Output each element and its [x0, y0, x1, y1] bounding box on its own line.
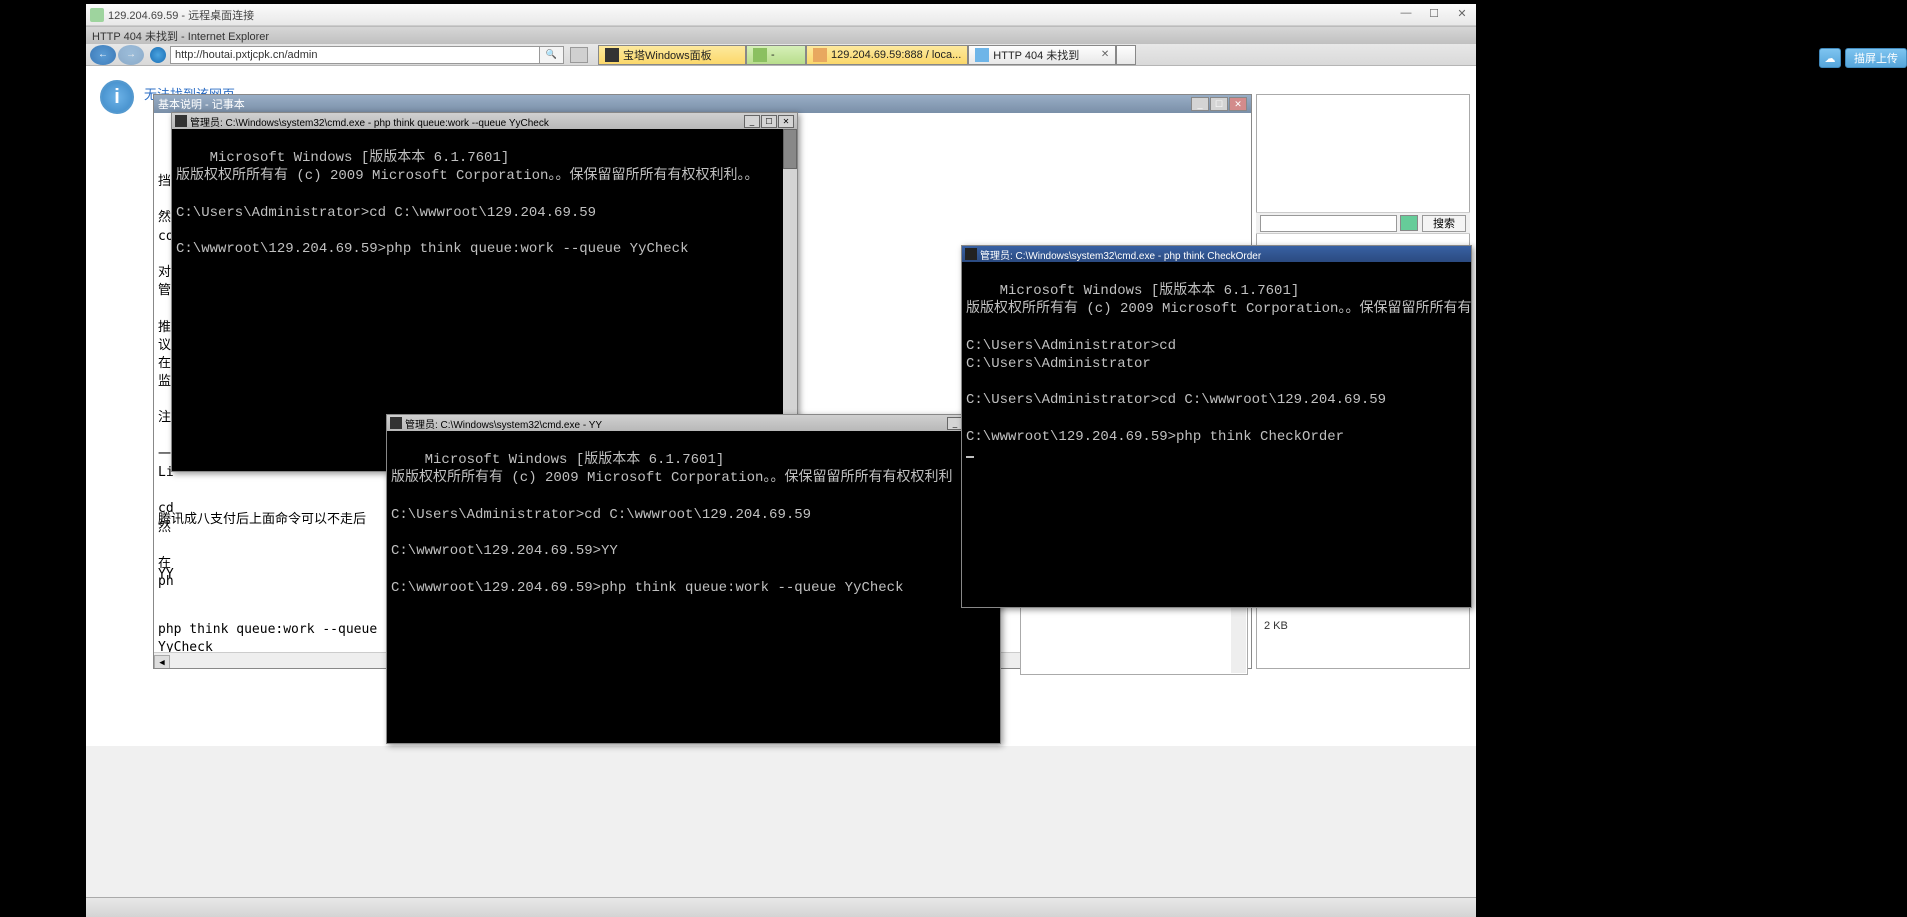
tab-http404[interactable]: HTTP 404 未找到 ✕ [968, 45, 1116, 65]
ie-toolbar: ← → http://houtai.pxtjcpk.cn/admin 🔍 宝塔W… [86, 44, 1476, 66]
tab-label: HTTP 404 未找到 [993, 47, 1079, 63]
np-minimize[interactable]: _ [1191, 97, 1209, 111]
rp-go-icon[interactable] [1400, 215, 1418, 231]
bt-icon [605, 48, 619, 62]
status-bar [86, 897, 1476, 917]
cmd1-titlebar[interactable]: 管理员: C:\Windows\system32\cmd.exe - php t… [172, 113, 797, 129]
cmd3-output: Microsoft Windows [版版本本 6.1.7601] 版版权权所所… [966, 283, 1471, 445]
rdp-title: 129.204.69.59 - 远程桌面连接 [108, 7, 254, 23]
url-text: http://houtai.pxtjcpk.cn/admin [175, 49, 317, 61]
tab-close-icon[interactable]: ✕ [1101, 49, 1109, 60]
cmd2-output: Microsoft Windows [版版本本 6.1.7601] 版版权权所所… [391, 452, 952, 595]
search-dropdown-icon[interactable]: 🔍 [540, 46, 564, 64]
ie-icon [150, 47, 166, 63]
top-right-buttons: ☁ 描屏上传 [1819, 48, 1907, 68]
rp-dropdown[interactable] [1260, 215, 1397, 232]
tab-label: 129.204.69.59:888 / loca... [831, 49, 961, 61]
np-maximize[interactable]: ☐ [1210, 97, 1228, 111]
close-button[interactable]: ✕ [1448, 4, 1476, 22]
forward-button[interactable]: → [118, 45, 144, 65]
cmd1-max[interactable]: ☐ [761, 115, 777, 128]
ie-tab-icon [975, 48, 989, 62]
rdp-icon [90, 8, 104, 22]
pma-icon [813, 48, 827, 62]
minimize-button[interactable]: — [1392, 4, 1420, 22]
cmd2-title: 管理员: C:\Windows\system32\cmd.exe - YY [405, 416, 602, 431]
cmd-icon [175, 115, 187, 127]
url-bar[interactable]: http://houtai.pxtjcpk.cn/admin [170, 46, 540, 64]
maximize-button[interactable]: ☐ [1420, 4, 1448, 22]
right-panel-toolbar: 搜索 [1256, 212, 1470, 234]
tab-label: - [771, 49, 775, 61]
cmd2-body[interactable]: Microsoft Windows [版版本本 6.1.7601] 版版权权所所… [387, 431, 1000, 743]
tab-label: 宝塔Windows面板 [623, 47, 712, 63]
upload-button[interactable]: 描屏上传 [1845, 48, 1907, 68]
green-icon [753, 48, 767, 62]
tab-baota[interactable]: 宝塔Windows面板 [598, 45, 746, 65]
cmd-window-checkorder: 管理员: C:\Windows\system32\cmd.exe - php t… [961, 245, 1472, 608]
cmd2-titlebar[interactable]: 管理员: C:\Windows\system32\cmd.exe - YY _ … [387, 415, 1000, 431]
cmd-icon [965, 248, 977, 260]
ie-titlebar: HTTP 404 未找到 - Internet Explorer [86, 26, 1476, 44]
tab-green[interactable]: - [746, 45, 806, 65]
refresh-icon[interactable] [570, 47, 588, 63]
info-icon: i [100, 80, 134, 114]
file-size-label: 2 KB [1264, 620, 1288, 632]
cmd3-titlebar[interactable]: 管理员: C:\Windows\system32\cmd.exe - php t… [962, 246, 1471, 262]
notepad-titlebar[interactable]: 基本说明 - 记事本 _ ☐ ✕ [154, 95, 1251, 113]
cloud-icon[interactable]: ☁ [1819, 48, 1841, 68]
cmd3-body[interactable]: Microsoft Windows [版版本本 6.1.7601] 版版权权所所… [962, 262, 1471, 607]
cmd1-output: Microsoft Windows [版版本本 6.1.7601] 版版权权所所… [176, 150, 758, 257]
cmd1-min[interactable]: _ [744, 115, 760, 128]
cmd3-title: 管理员: C:\Windows\system32\cmd.exe - php t… [980, 247, 1261, 262]
cmd-window-yy: 管理员: C:\Windows\system32\cmd.exe - YY _ … [386, 414, 1001, 744]
cmd-icon [390, 417, 402, 429]
rdp-titlebar[interactable]: 129.204.69.59 - 远程桌面连接 — ☐ ✕ [86, 4, 1476, 26]
window-controls: — ☐ ✕ [1392, 4, 1476, 22]
cursor [966, 456, 974, 458]
cmd1-title: 管理员: C:\Windows\system32\cmd.exe - php t… [190, 114, 549, 129]
taskbar-tabs: 宝塔Windows面板 - 129.204.69.59:888 / loca..… [598, 45, 1136, 65]
ie-title: HTTP 404 未找到 - Internet Explorer [92, 28, 269, 44]
notepad-title: 基本说明 - 记事本 [158, 96, 245, 112]
cmd1-close[interactable]: ✕ [778, 115, 794, 128]
scroll-left-icon[interactable]: ◀ [154, 655, 170, 668]
back-button[interactable]: ← [90, 45, 116, 65]
scroll-thumb[interactable] [783, 129, 797, 169]
new-tab-button[interactable] [1116, 45, 1136, 65]
rp-search-button[interactable]: 搜索 [1422, 215, 1466, 232]
np-close[interactable]: ✕ [1229, 97, 1247, 111]
tab-phpmyadmin[interactable]: 129.204.69.59:888 / loca... [806, 45, 968, 65]
